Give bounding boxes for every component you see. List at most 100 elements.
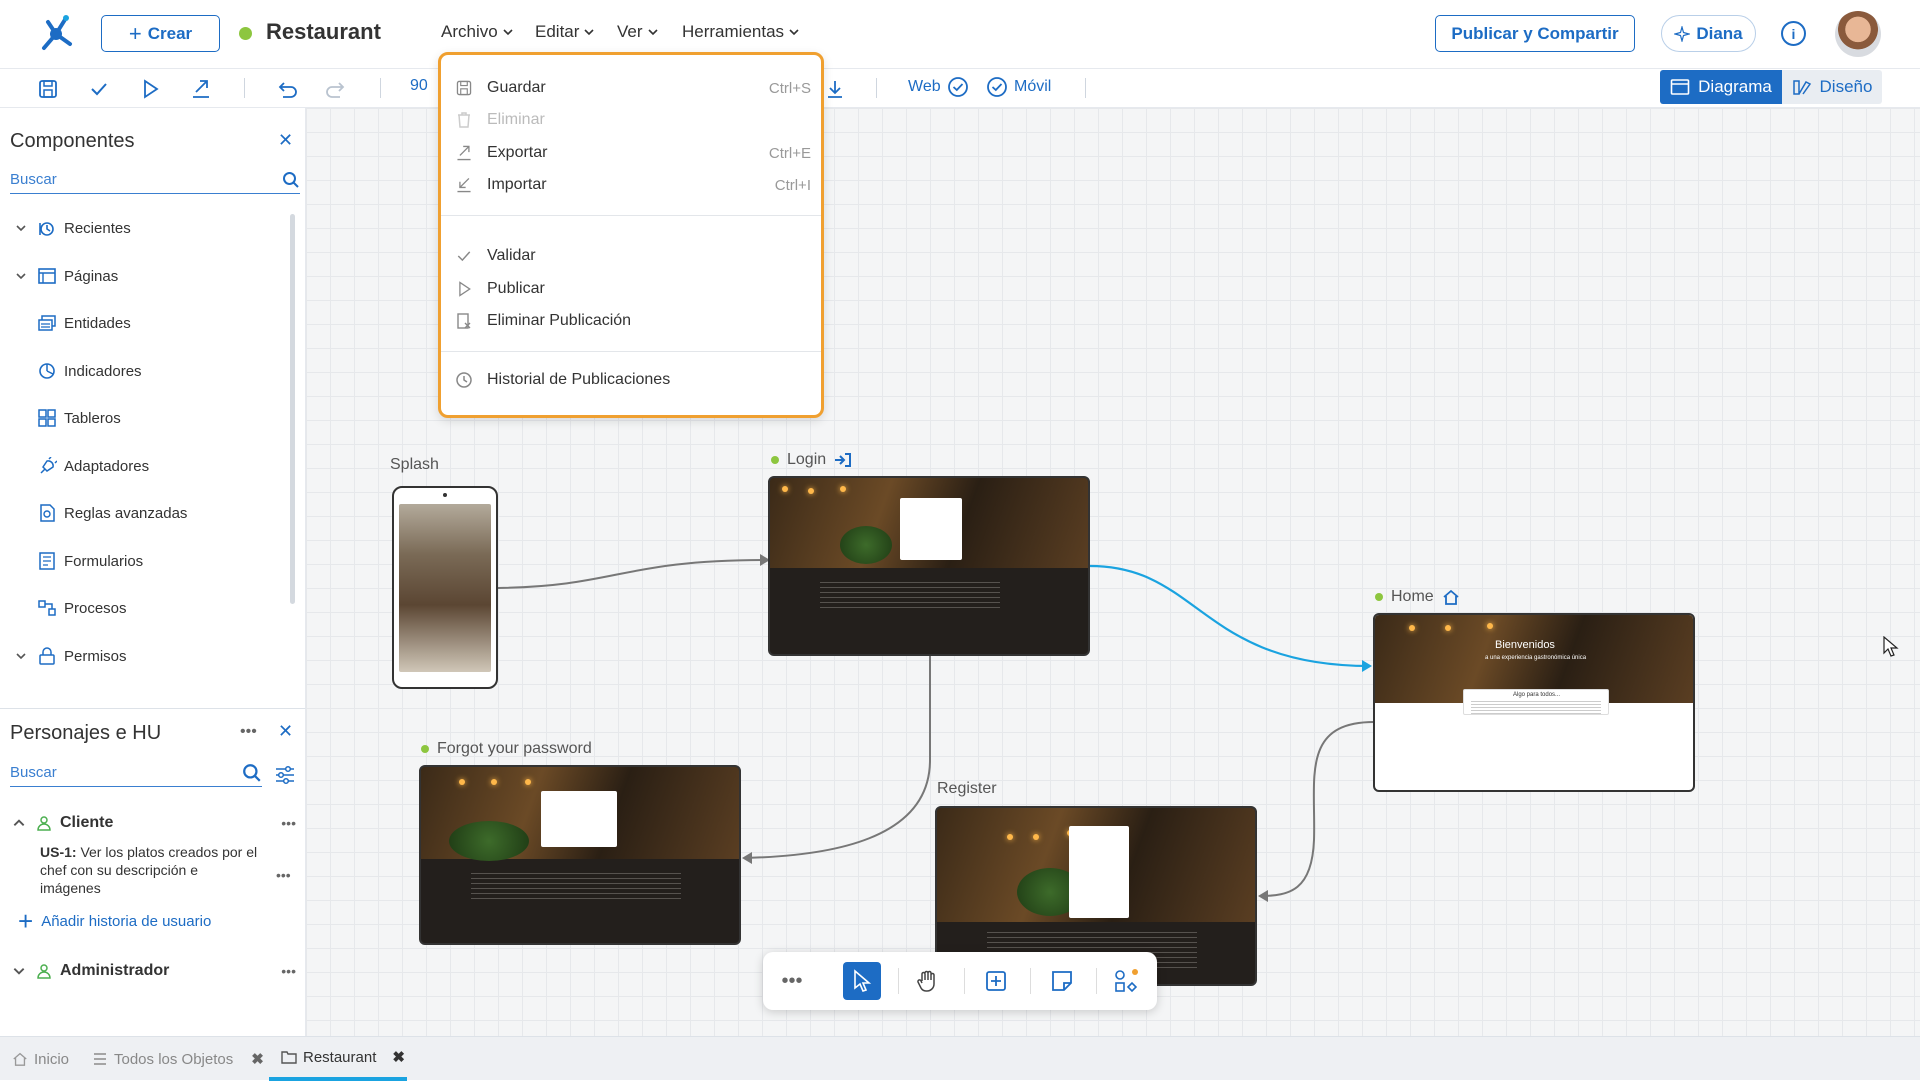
personas-search-input[interactable]: Buscar: [10, 761, 262, 787]
more-options-icon[interactable]: •••: [240, 723, 257, 741]
mobile-toggle[interactable]: Móvil: [986, 76, 1051, 98]
validate-check-icon[interactable]: [86, 76, 112, 102]
persona-name: Administrador: [60, 962, 170, 979]
create-button[interactable]: + Crear: [101, 15, 220, 52]
undo-icon[interactable]: [273, 76, 299, 102]
tree-item-permisos[interactable]: Permisos: [0, 641, 290, 671]
node-title: Login: [787, 451, 827, 468]
publish-share-button[interactable]: Publicar y Compartir: [1435, 15, 1635, 52]
tab-label: Inicio: [34, 1050, 70, 1068]
menu-item-validar[interactable]: Validar: [453, 241, 811, 271]
chevron-down-icon: [13, 968, 25, 975]
adapters-icon: [36, 456, 58, 476]
close-tab-icon[interactable]: ✖: [251, 1050, 264, 1068]
export-icon: [453, 143, 475, 163]
web-toggle[interactable]: Web: [908, 76, 969, 98]
more-options-icon[interactable]: •••: [281, 963, 296, 979]
menu-editar[interactable]: Editar: [535, 22, 595, 42]
close-tab-icon[interactable]: ✖: [392, 1048, 405, 1066]
tab-label: Todos los Objetos: [114, 1050, 234, 1068]
indicators-icon: [36, 361, 58, 381]
tab-restaurant[interactable]: Restaurant ✖: [269, 1037, 407, 1081]
node-home[interactable]: Bienvenidos a una experiencia gastronómi…: [1373, 613, 1695, 792]
tree-item-label: Procesos: [64, 599, 127, 617]
tab-todos-los-objetos[interactable]: Todos los Objetos ✖: [92, 1037, 264, 1081]
home-icon: [1443, 589, 1459, 605]
sparkle-icon: [1674, 25, 1691, 42]
view-design-button[interactable]: Diseño: [1782, 70, 1882, 104]
mobile-toggle-label: Móvil: [1014, 78, 1052, 95]
redo-icon[interactable]: [324, 76, 350, 102]
view-diagram-button[interactable]: Diagrama: [1660, 70, 1782, 104]
menu-item-historial[interactable]: Historial de Publicaciones: [453, 365, 811, 395]
menu-herramientas[interactable]: Herramientas: [682, 22, 800, 42]
persona-cliente[interactable]: Cliente •••: [12, 811, 296, 835]
save-icon[interactable]: [35, 76, 61, 102]
tree-item-label: Indicadores: [64, 362, 142, 380]
chevron-down-icon[interactable]: [12, 650, 30, 662]
assistant-button[interactable]: Diana: [1661, 15, 1756, 52]
tree-item-tableros[interactable]: Tableros: [0, 403, 290, 433]
node-label-splash: Splash: [390, 456, 439, 474]
more-options-icon[interactable]: •••: [281, 815, 296, 831]
select-pointer-icon[interactable]: [843, 962, 881, 1000]
play-icon[interactable]: [137, 76, 163, 102]
tab-inicio[interactable]: Inicio: [12, 1037, 69, 1081]
menu-item-importar[interactable]: Importar Ctrl+I: [453, 170, 811, 200]
menu-item-shortcut: Ctrl+I: [774, 176, 811, 194]
tree-item-paginas[interactable]: Páginas: [0, 261, 290, 291]
filter-icon[interactable]: [274, 765, 296, 785]
close-icon[interactable]: ✕: [278, 721, 293, 742]
design-icon: [1792, 80, 1811, 95]
tree-item-reglas[interactable]: Reglas avanzadas: [0, 498, 290, 528]
tree-item-formularios[interactable]: Formularios: [0, 546, 290, 576]
menu-item-label: Publicar: [487, 280, 545, 297]
menu-item-label: Eliminar Publicación: [487, 312, 632, 329]
info-icon[interactable]: i: [1781, 21, 1806, 46]
menu-item-eliminar-publicacion[interactable]: Eliminar Publicación: [453, 306, 811, 336]
toolbar-divider: [876, 78, 877, 98]
more-options-icon[interactable]: •••: [773, 962, 811, 1000]
export-icon[interactable]: [188, 76, 214, 102]
components-search-input[interactable]: Buscar: [10, 168, 300, 194]
tree-item-adaptadores[interactable]: Adaptadores: [0, 451, 290, 481]
story-text: chef con su descripción e: [40, 862, 198, 878]
tree-item-recientes[interactable]: Recientes: [0, 213, 290, 243]
chevron-down-icon[interactable]: [12, 222, 30, 234]
tree-item-label: Páginas: [64, 267, 119, 285]
download-icon[interactable]: [822, 76, 848, 102]
story-text: imágenes: [40, 880, 101, 896]
persona-administrador[interactable]: Administrador •••: [12, 959, 296, 983]
pan-hand-icon[interactable]: [909, 962, 947, 1000]
menu-item-exportar[interactable]: Exportar Ctrl+E: [453, 138, 811, 168]
tree-item-label: Adaptadores: [64, 457, 150, 475]
node-login[interactable]: [768, 476, 1090, 656]
more-options-icon[interactable]: •••: [276, 867, 291, 883]
menu-item-guardar[interactable]: Guardar Ctrl+S: [453, 73, 811, 103]
tree-item-procesos[interactable]: Procesos: [0, 593, 290, 623]
menu-archivo[interactable]: Archivo: [441, 22, 514, 42]
search-placeholder: Buscar: [10, 171, 57, 188]
tree-item-entidades[interactable]: Entidades: [0, 308, 290, 338]
user-story-item[interactable]: US-1: Ver los platos creados por el chef…: [40, 843, 280, 897]
add-frame-icon[interactable]: [977, 962, 1015, 1000]
menu-ver[interactable]: Ver: [617, 22, 659, 42]
chevron-down-icon[interactable]: [12, 270, 30, 282]
node-forgot-password[interactable]: [419, 765, 741, 945]
panel-scrollbar[interactable]: [290, 214, 295, 604]
sticky-note-icon[interactable]: [1043, 962, 1081, 1000]
login-icon: [835, 453, 852, 467]
persona-name: Cliente: [60, 814, 114, 831]
zoom-level[interactable]: 90: [410, 77, 428, 95]
tree-item-indicadores[interactable]: Indicadores: [0, 356, 290, 386]
menu-item-publicar[interactable]: Publicar: [453, 274, 811, 304]
menu-ver-label: Ver: [617, 22, 643, 41]
avatar[interactable]: [1835, 11, 1881, 57]
components-icon[interactable]: [1107, 962, 1145, 1000]
app-logo[interactable]: [36, 14, 76, 54]
add-story-button[interactable]: + Añadir historia de usuario: [18, 908, 211, 934]
close-icon[interactable]: ✕: [278, 130, 293, 151]
user-icon: [37, 964, 51, 979]
node-splash[interactable]: [392, 486, 498, 689]
search-icon: [243, 764, 261, 782]
